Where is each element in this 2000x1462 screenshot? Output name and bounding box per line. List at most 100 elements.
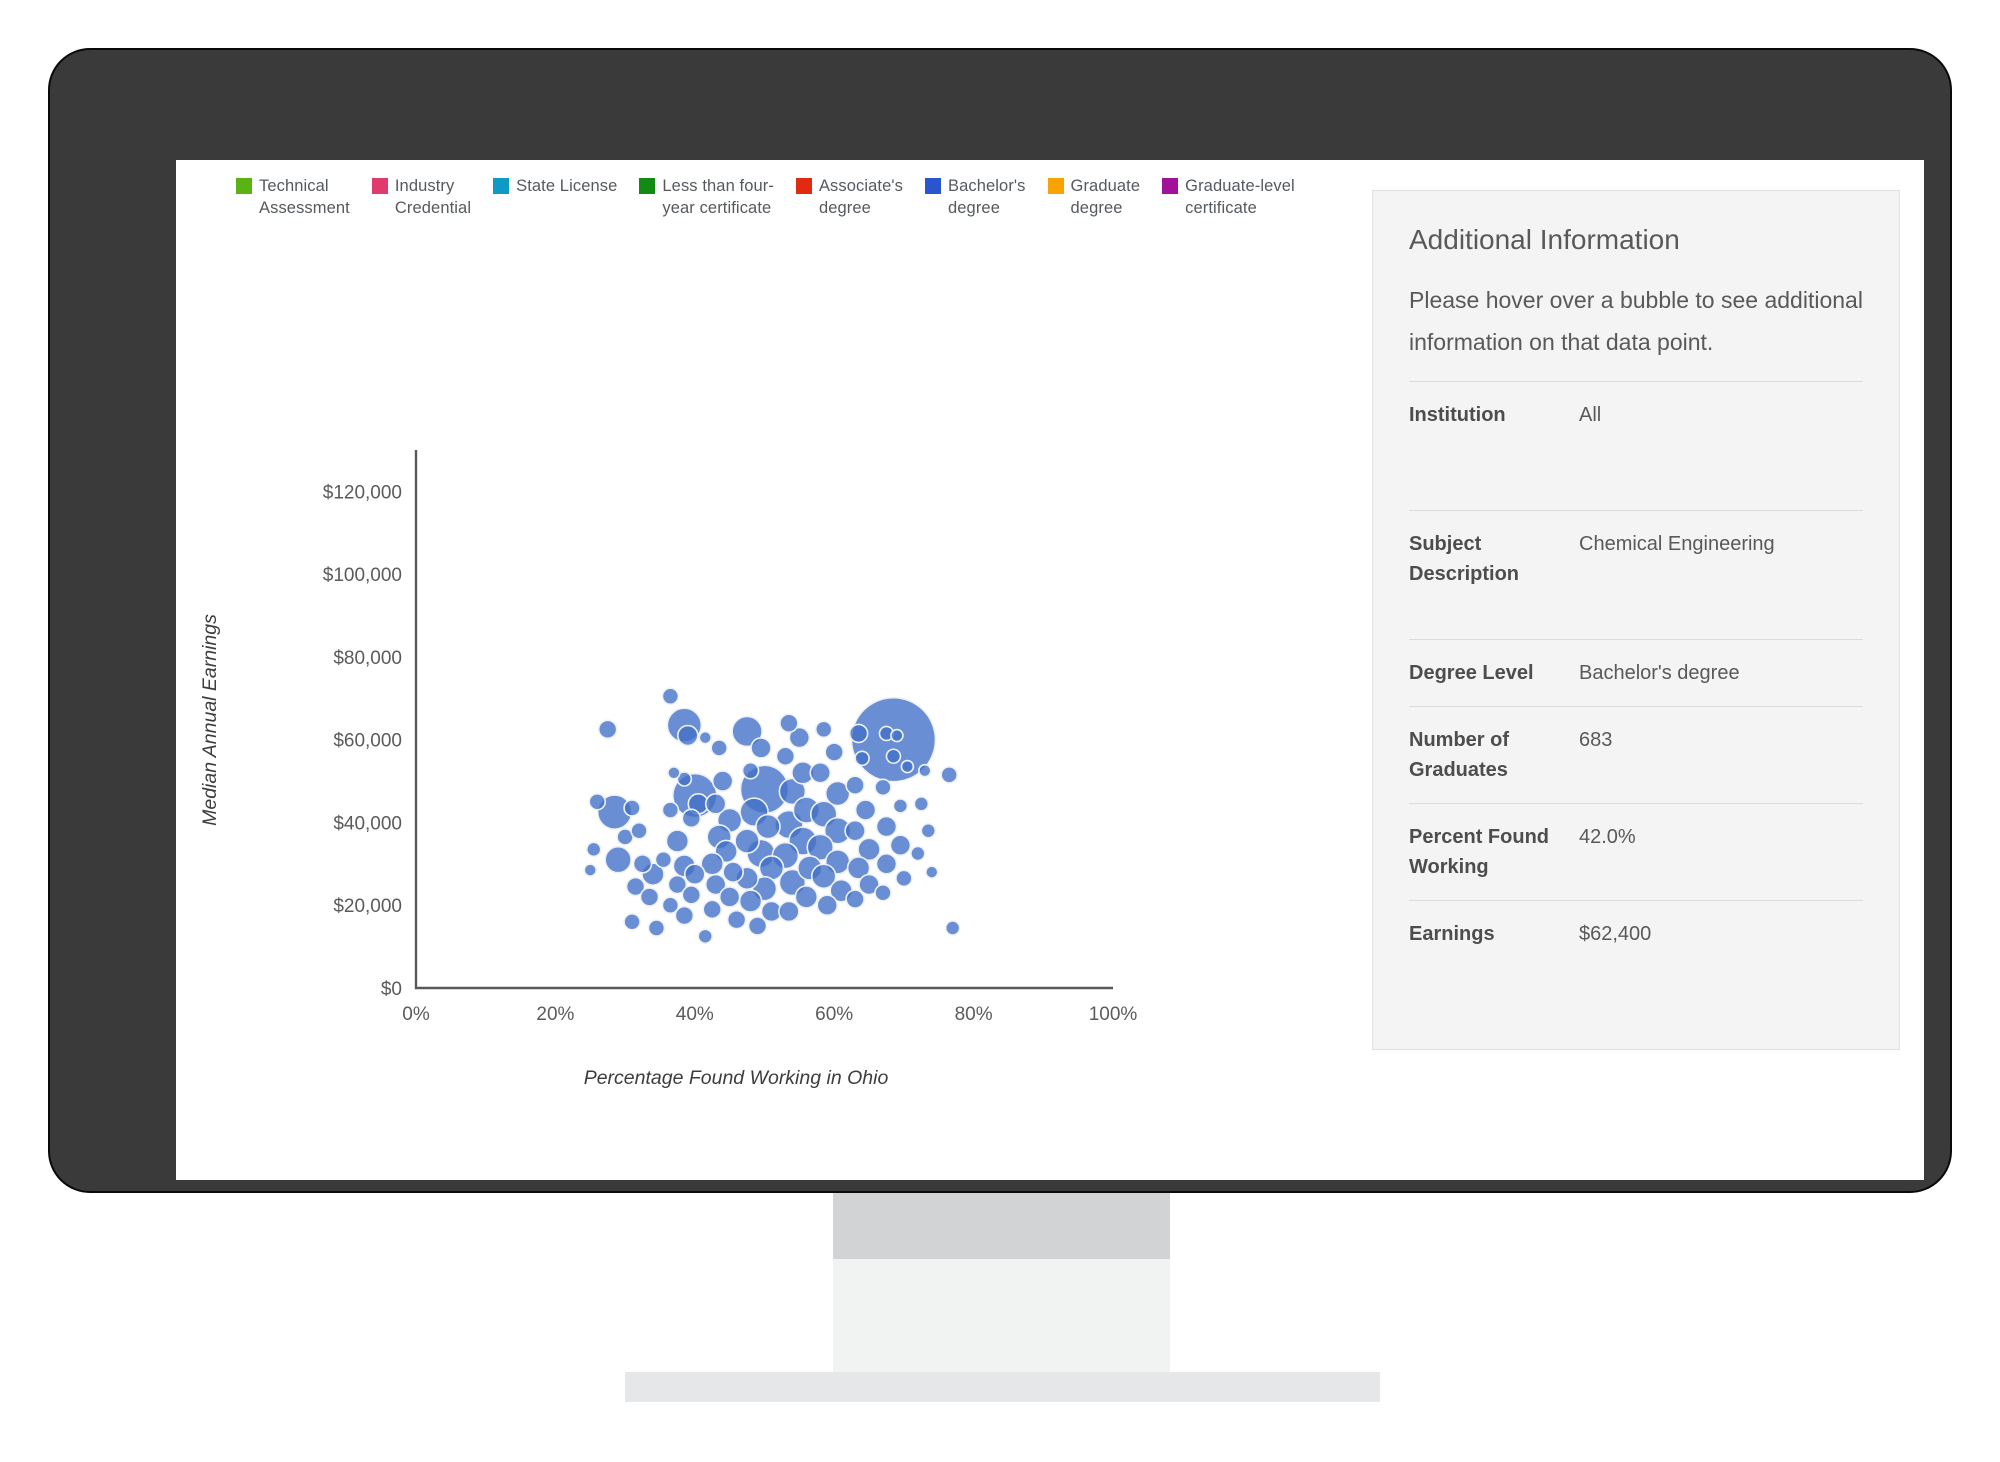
- info-row: Institution All: [1409, 381, 1863, 510]
- x-tick-label: 0%: [402, 1004, 430, 1025]
- bubble-data-point[interactable]: [604, 845, 632, 874]
- bubble-data-point[interactable]: [854, 750, 870, 767]
- bubble-data-point[interactable]: [874, 884, 892, 902]
- bubble-data-point[interactable]: [698, 730, 713, 745]
- y-tick-label: $120,000: [323, 482, 402, 503]
- bubble-data-point[interactable]: [741, 761, 760, 780]
- bubble-data-point[interactable]: [900, 759, 915, 774]
- bubble-data-point[interactable]: [711, 770, 734, 792]
- info-row-value: Chemical Engineering: [1579, 533, 1775, 555]
- bubble-data-point[interactable]: [583, 863, 598, 877]
- bubble-data-point[interactable]: [940, 766, 959, 784]
- x-tick-label: 40%: [676, 1004, 714, 1025]
- bubble-data-point[interactable]: [889, 834, 912, 857]
- y-tick-label: $100,000: [323, 565, 402, 586]
- info-row: Degree Level Bachelor's degree: [1409, 639, 1863, 706]
- bubble-data-point[interactable]: [630, 821, 648, 840]
- bubble-data-point[interactable]: [892, 798, 909, 814]
- info-row-key: Percent Found Working: [1409, 826, 1550, 878]
- bubble-data-point[interactable]: [665, 829, 690, 853]
- monitor-screen: Technical Assessment Industry Credential S…: [176, 160, 1924, 1180]
- bubble-data-point[interactable]: [794, 885, 819, 909]
- info-row-key: Degree Level: [1409, 662, 1534, 684]
- bubble-data-point[interactable]: [683, 863, 706, 885]
- x-tick-label: 100%: [1089, 1004, 1138, 1025]
- bubble-data-point[interactable]: [845, 889, 865, 909]
- bubble-data-point[interactable]: [623, 799, 641, 817]
- bubble-data-point[interactable]: [734, 828, 760, 854]
- bubble-data-point[interactable]: [661, 896, 680, 915]
- bubble-data-point[interactable]: [816, 894, 839, 917]
- bubble-data-point[interactable]: [677, 724, 699, 747]
- info-row-key: Number of Graduates: [1409, 729, 1509, 781]
- bubble-data-point[interactable]: [924, 865, 939, 879]
- bubble-chart[interactable]: $0 $20,000 $40,000 $60,000 $80,000 $100,000 $1…: [176, 160, 1366, 1180]
- bubble-data-point[interactable]: [845, 775, 865, 796]
- bubble-data-point[interactable]: [661, 687, 680, 706]
- y-axis-title: Median Annual Earnings: [199, 614, 221, 826]
- bubble-data-point[interactable]: [632, 854, 653, 874]
- bubble-data-point[interactable]: [681, 885, 702, 905]
- bubble-data-point[interactable]: [779, 713, 799, 733]
- bubble-data-point[interactable]: [920, 822, 937, 839]
- monitor-stand-base: [625, 1372, 1380, 1402]
- monitor-stand-neck-top: [833, 1193, 1170, 1259]
- bubble-data-point[interactable]: [824, 742, 845, 762]
- y-axis-tick-labels: $0 $20,000 $40,000 $60,000 $80,000 $100,000 $1…: [323, 482, 402, 1000]
- bubble-data-point[interactable]: [885, 748, 902, 765]
- bubble-data-point[interactable]: [585, 841, 602, 858]
- bubble-data-point[interactable]: [844, 819, 866, 842]
- bubble-data-point[interactable]: [661, 801, 680, 819]
- bubble-data-point[interactable]: [814, 720, 833, 739]
- info-row-key: Institution: [1409, 404, 1506, 426]
- y-tick-label: $20,000: [333, 896, 402, 917]
- bubble-data-point[interactable]: [597, 719, 618, 740]
- info-row: Number of Graduates 683: [1409, 706, 1863, 803]
- bubble-data-point[interactable]: [874, 778, 892, 797]
- y-tick-label: $0: [381, 979, 402, 1000]
- info-row-value: 683: [1579, 729, 1613, 751]
- bubble-data-point[interactable]: [809, 761, 832, 784]
- bubble-data-point[interactable]: [910, 845, 926, 862]
- bubble-data-point[interactable]: [647, 919, 666, 937]
- bubble-data-point[interactable]: [623, 912, 641, 931]
- chart-svg: $0 $20,000 $40,000 $60,000 $80,000 $100,000 $1…: [199, 450, 1138, 1089]
- bubble-data-point[interactable]: [710, 739, 728, 757]
- bubble-data-point[interactable]: [667, 765, 681, 780]
- additional-information-panel: Additional Information Please hover over…: [1372, 190, 1900, 1050]
- bubble-data-point[interactable]: [702, 899, 723, 920]
- bubble-data-point[interactable]: [738, 889, 763, 913]
- bubble-series-bachelors-degree[interactable]: [583, 687, 961, 945]
- bubble-data-point[interactable]: [895, 869, 913, 888]
- bubble-data-point[interactable]: [654, 850, 673, 869]
- bubble-data-point[interactable]: [726, 909, 747, 930]
- bubble-data-point[interactable]: [913, 796, 930, 812]
- bubble-data-point[interactable]: [639, 887, 660, 907]
- info-panel-hint: Please hover over a bubble to see additi…: [1409, 287, 1863, 355]
- bubble-data-point[interactable]: [775, 746, 796, 767]
- info-row: Subject Description Chemical Engineering: [1409, 510, 1863, 639]
- bubble-data-point[interactable]: [875, 853, 898, 875]
- bubble-data-point[interactable]: [944, 920, 961, 936]
- info-row-value: $62,400: [1579, 923, 1652, 945]
- x-tick-label: 20%: [536, 1004, 574, 1025]
- bubble-data-point[interactable]: [854, 799, 877, 821]
- bubble-data-point[interactable]: [778, 900, 800, 923]
- bubble-data-point[interactable]: [890, 728, 904, 743]
- bubble-data-point[interactable]: [918, 763, 932, 778]
- bubble-data-point[interactable]: [750, 737, 772, 759]
- bubble-data-point[interactable]: [697, 928, 714, 945]
- bubble-data-point[interactable]: [722, 861, 744, 883]
- bubble-data-point[interactable]: [755, 813, 781, 840]
- bubble-data-point[interactable]: [747, 916, 768, 936]
- bubble-data-point[interactable]: [704, 793, 727, 815]
- bubble-data-point[interactable]: [681, 808, 702, 829]
- info-row: Earnings $62,400: [1409, 900, 1863, 967]
- x-tick-label: 60%: [815, 1004, 853, 1025]
- bubble-data-point[interactable]: [875, 815, 898, 838]
- info-row-key: Earnings: [1409, 923, 1495, 945]
- info-row-value: Bachelor's degree: [1579, 662, 1740, 684]
- bubble-data-point[interactable]: [718, 886, 741, 908]
- bubble-data-point[interactable]: [848, 723, 869, 744]
- bubble-data-point[interactable]: [588, 792, 607, 811]
